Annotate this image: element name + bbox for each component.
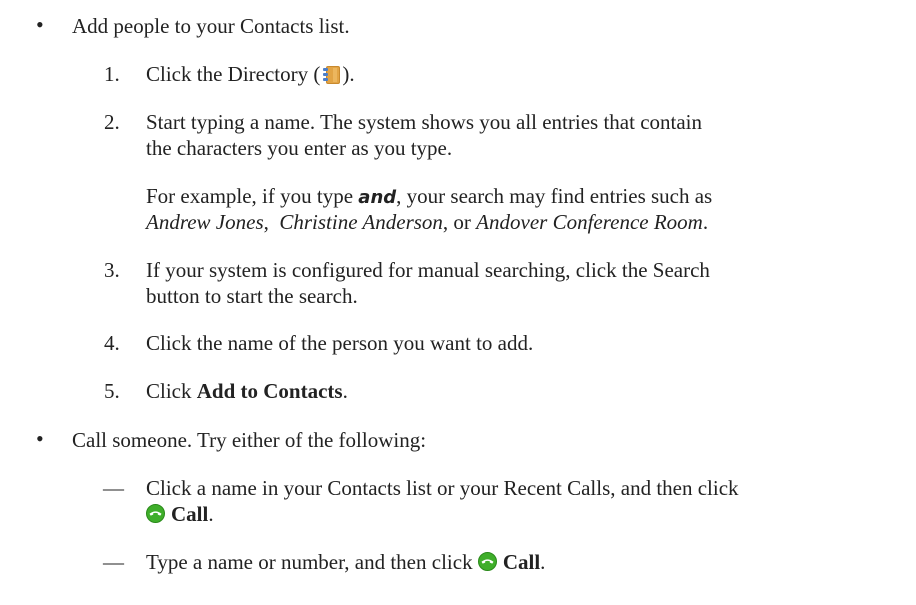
green-phone-call-icon [146, 504, 165, 523]
step-number: 2. [104, 110, 120, 134]
example-line1: For example, if you type and, your searc… [146, 183, 712, 211]
step-1: Click the Directory ( ). [146, 61, 355, 87]
step-number: 4. [104, 331, 120, 355]
example-entry-2: Christine Anderson [279, 210, 443, 234]
step-number: 3. [104, 258, 120, 282]
dash-1-end: . [208, 502, 214, 526]
call-label: Call [171, 502, 209, 526]
dash-2: Type a name or number, and then click Ca… [146, 549, 545, 575]
step-5: Click Add to Contacts. [146, 378, 348, 404]
step-3-line2: button to start the search. [146, 284, 358, 308]
step-1-text-b: ). [342, 62, 355, 86]
step-4: Click the name of the person you want to… [146, 331, 534, 355]
bullet-marker: • [36, 426, 44, 451]
bullet-marker: • [36, 12, 44, 37]
step-5-text-b: . [342, 379, 348, 403]
example-sep-1: , [263, 210, 280, 234]
example-term: and [358, 187, 397, 208]
bullet-add-contacts: Add people to your Contacts list. [72, 14, 350, 38]
bullet-call-someone: Call someone. Try either of the followin… [72, 428, 427, 452]
dash-marker: — [103, 550, 124, 574]
dash-2-text: Type a name or number, and then click [146, 550, 478, 574]
example-p2: , your search may find entries such as [396, 184, 713, 208]
step-2-line1: Start typing a name. The system shows yo… [146, 110, 703, 134]
directory-book-icon [323, 66, 341, 84]
example-sep-2: , or [442, 210, 477, 234]
step-5-text-a: Click [146, 379, 197, 403]
example-entry-1: Andrew Jones [146, 210, 264, 234]
step-1-text-a: Click the Directory ( [146, 62, 321, 86]
example-p1: For example, if you type [146, 184, 359, 208]
example-line2: Andrew Jones, Christine Anderson, or And… [146, 209, 708, 235]
dash-2-end: . [540, 550, 546, 574]
dash-1-line1: Click a name in your Contacts list or yo… [146, 476, 739, 500]
step-2-line2: the characters you enter as you type. [146, 136, 453, 160]
example-end: . [702, 210, 709, 234]
dash-1-line2: Call. [146, 501, 214, 527]
add-to-contacts-label: Add to Contacts [196, 379, 343, 403]
step-number: 1. [104, 62, 120, 86]
dash-marker: — [103, 476, 124, 500]
call-label: Call [502, 550, 541, 574]
step-3-line1: If your system is configured for manual … [146, 258, 710, 282]
example-entry-3: Andover Conference Room [476, 210, 703, 234]
step-number: 5. [104, 379, 120, 403]
green-phone-call-icon [477, 552, 497, 571]
